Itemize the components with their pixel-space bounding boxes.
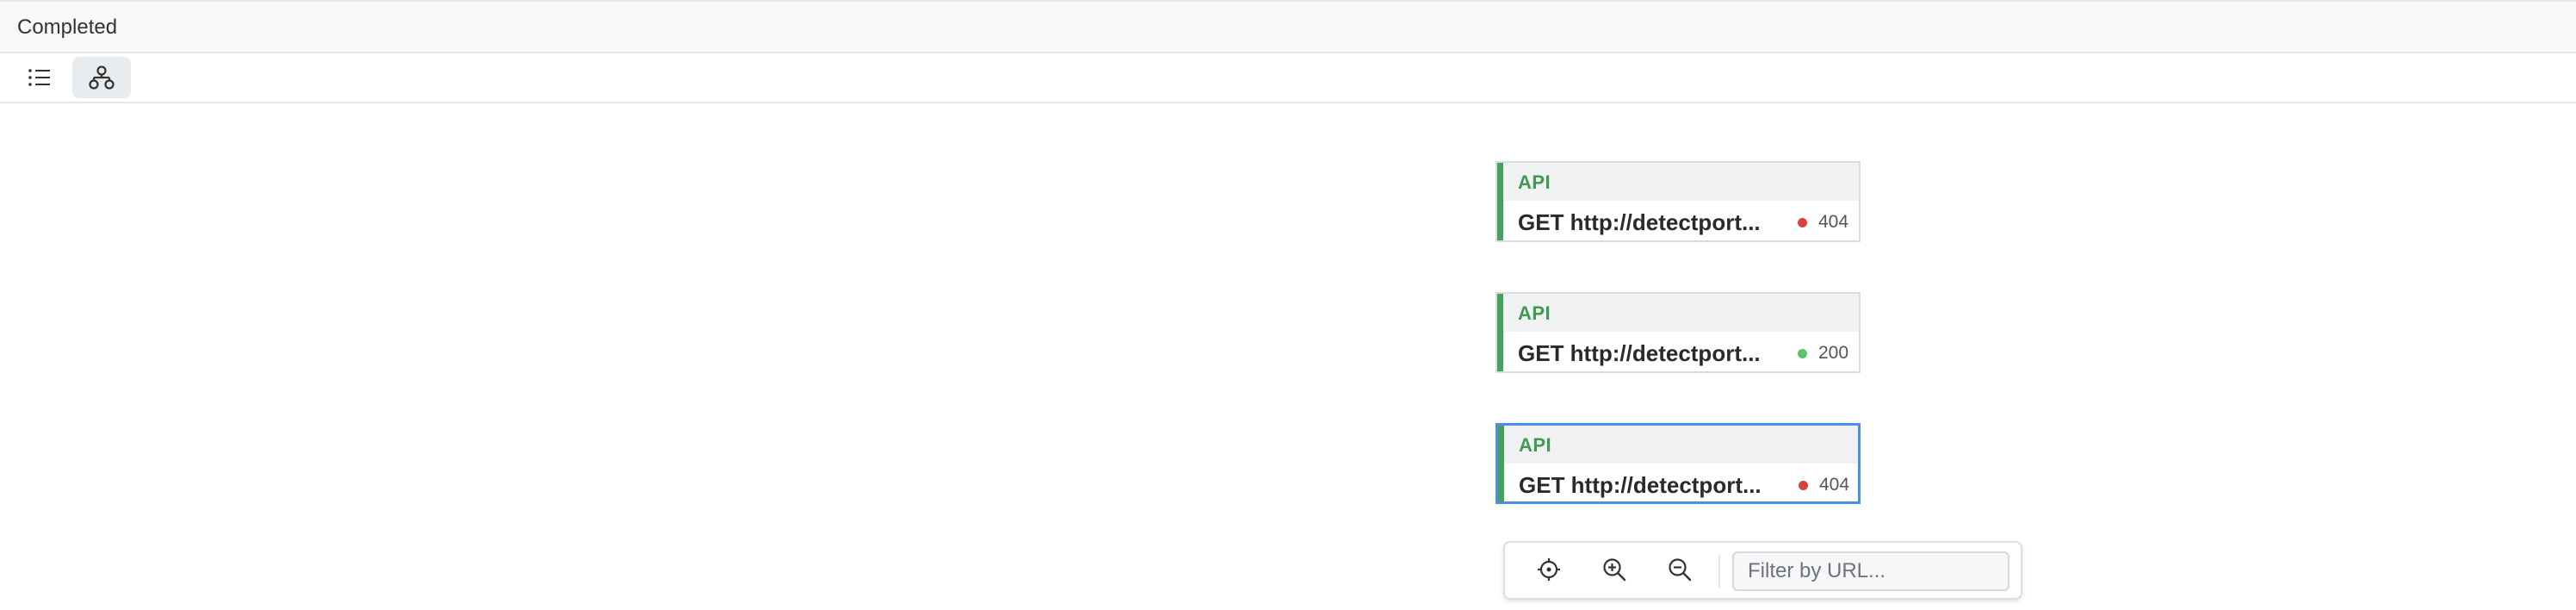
- api-node-selected[interactable]: API GET http://detectport... 404: [1495, 423, 1861, 504]
- node-body: GET http://detectport... 404: [1497, 201, 1859, 240]
- center-view-button[interactable]: [1531, 553, 1567, 589]
- node-type-label: API: [1518, 302, 1551, 324]
- node-header: API: [1498, 426, 1858, 464]
- api-node[interactable]: API GET http://detectport... 200: [1495, 292, 1861, 373]
- node-type-label: API: [1519, 434, 1552, 456]
- node-body: GET http://detectport... 404: [1498, 464, 1858, 501]
- node-header: API: [1497, 163, 1859, 201]
- graph-controls: [1503, 541, 2022, 600]
- sitemap-icon: [89, 65, 115, 90]
- node-url: GET http://detectport...: [1518, 340, 1761, 366]
- node-url: GET http://detectport...: [1519, 472, 1762, 498]
- graph-canvas[interactable]: API GET http://detectport... 404 API GET…: [0, 103, 2576, 610]
- zoom-in-icon: [1601, 557, 1627, 587]
- run-status-text: Completed: [17, 16, 118, 39]
- zoom-out-icon: [1667, 557, 1693, 587]
- status-dot-icon: [1799, 481, 1808, 490]
- status-bar: Completed: [0, 0, 2576, 53]
- status-code: 404: [1819, 475, 1850, 495]
- status-dot-icon: [1798, 349, 1807, 358]
- node-body: GET http://detectport... 200: [1497, 332, 1859, 371]
- center-icon: [1536, 557, 1562, 587]
- controls-divider: [1718, 555, 1720, 588]
- node-header: API: [1497, 294, 1859, 332]
- zoom-in-button[interactable]: [1596, 553, 1632, 589]
- filter-url-input[interactable]: [1732, 551, 2009, 591]
- graph-view-button[interactable]: [72, 57, 131, 98]
- status-code: 200: [1818, 343, 1849, 363]
- list-icon: [28, 67, 52, 88]
- node-url: GET http://detectport...: [1518, 209, 1761, 235]
- zoom-out-button[interactable]: [1662, 553, 1698, 589]
- status-dot-icon: [1798, 218, 1807, 227]
- view-toolbar: [0, 53, 2576, 103]
- list-view-button[interactable]: [10, 57, 69, 98]
- api-node[interactable]: API GET http://detectport... 404: [1495, 161, 1861, 242]
- node-type-label: API: [1518, 171, 1551, 193]
- status-code: 404: [1818, 212, 1849, 232]
